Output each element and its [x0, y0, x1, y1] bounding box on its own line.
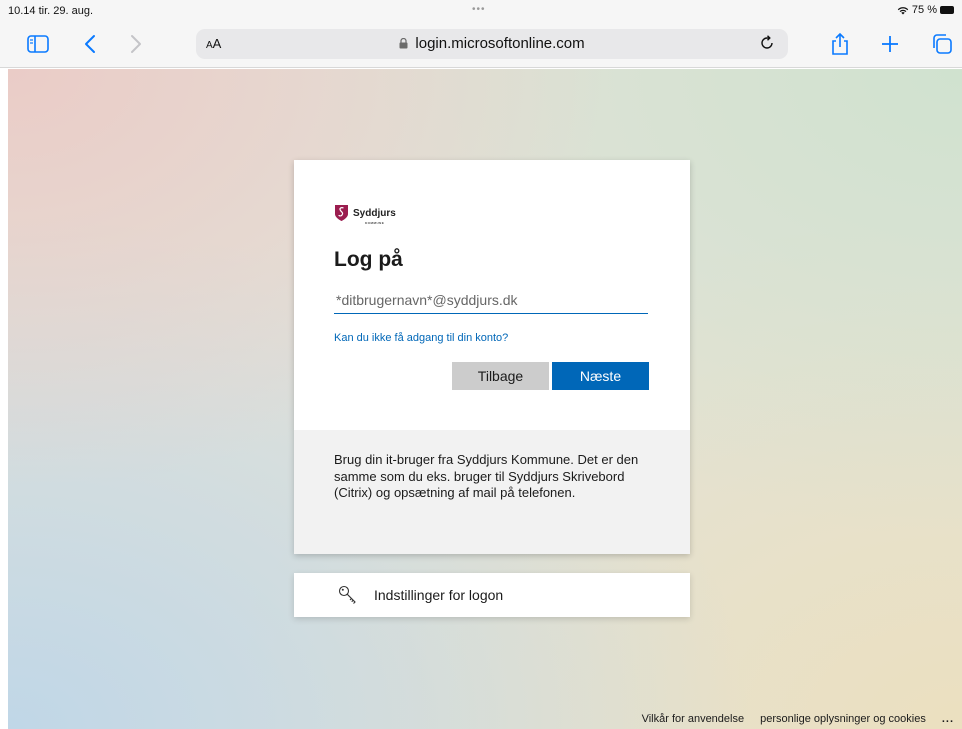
signin-options-button[interactable]: Indstillinger for logon	[294, 573, 690, 617]
info-box: Brug din it-bruger fra Syddjurs Kommune.…	[294, 430, 690, 554]
reload-icon[interactable]	[758, 34, 776, 52]
back-button[interactable]: Tilbage	[452, 362, 549, 390]
multitask-dots[interactable]: •••	[472, 4, 486, 15]
org-logo: Syddjurs KOMMUNE	[334, 204, 396, 225]
status-time: 10.14 tir. 29. aug.	[8, 5, 94, 17]
lock-icon	[399, 37, 411, 51]
logo-name: Syddjurs	[353, 207, 396, 219]
terms-link[interactable]: Vilkår for anvendelse	[642, 713, 745, 725]
url-text[interactable]: login.microsoftonline.com	[196, 35, 788, 52]
page-title: Log på	[334, 248, 403, 271]
battery-percent: 75 %	[911, 4, 937, 16]
battery-icon	[940, 6, 954, 14]
wifi-icon	[897, 7, 909, 15]
username-field-wrap	[334, 286, 648, 314]
status-bar: 10.14 tir. 29. aug. ••• 75 %	[0, 0, 962, 22]
share-icon[interactable]	[826, 31, 854, 57]
info-text: Brug din it-bruger fra Syddjurs Kommune.…	[334, 452, 639, 500]
more-options-button[interactable]: ...	[942, 713, 954, 725]
signin-options-label: Indstillinger for logon	[374, 587, 504, 603]
username-input[interactable]	[334, 286, 648, 313]
footer: Vilkår for anvendelse personlige oplysni…	[642, 713, 954, 725]
key-icon	[338, 585, 356, 604]
url-label: login.microsoftonline.com	[415, 35, 585, 52]
tabs-icon[interactable]	[928, 31, 956, 57]
plus-icon[interactable]	[876, 31, 904, 57]
back-icon[interactable]	[76, 31, 104, 57]
cant-access-account-link[interactable]: Kan du ikke få adgang til din konto?	[334, 332, 508, 344]
privacy-link[interactable]: personlige oplysninger og cookies	[760, 713, 926, 725]
next-button[interactable]: Næste	[552, 362, 649, 390]
sidebar-icon[interactable]	[24, 31, 52, 57]
address-bar[interactable]: AA login.microsoftonline.com	[196, 29, 788, 59]
signin-card: Syddjurs KOMMUNE Log på Kan du ikke få a…	[294, 160, 690, 554]
forward-icon[interactable]	[122, 31, 150, 57]
browser-toolbar: AA login.microsoftonline.com	[0, 22, 962, 68]
shield-logo-icon	[335, 205, 348, 221]
status-right: 75 %	[897, 4, 954, 16]
page-background: Syddjurs KOMMUNE Log på Kan du ikke få a…	[8, 69, 962, 729]
logo-sub: KOMMUNE	[365, 220, 385, 225]
